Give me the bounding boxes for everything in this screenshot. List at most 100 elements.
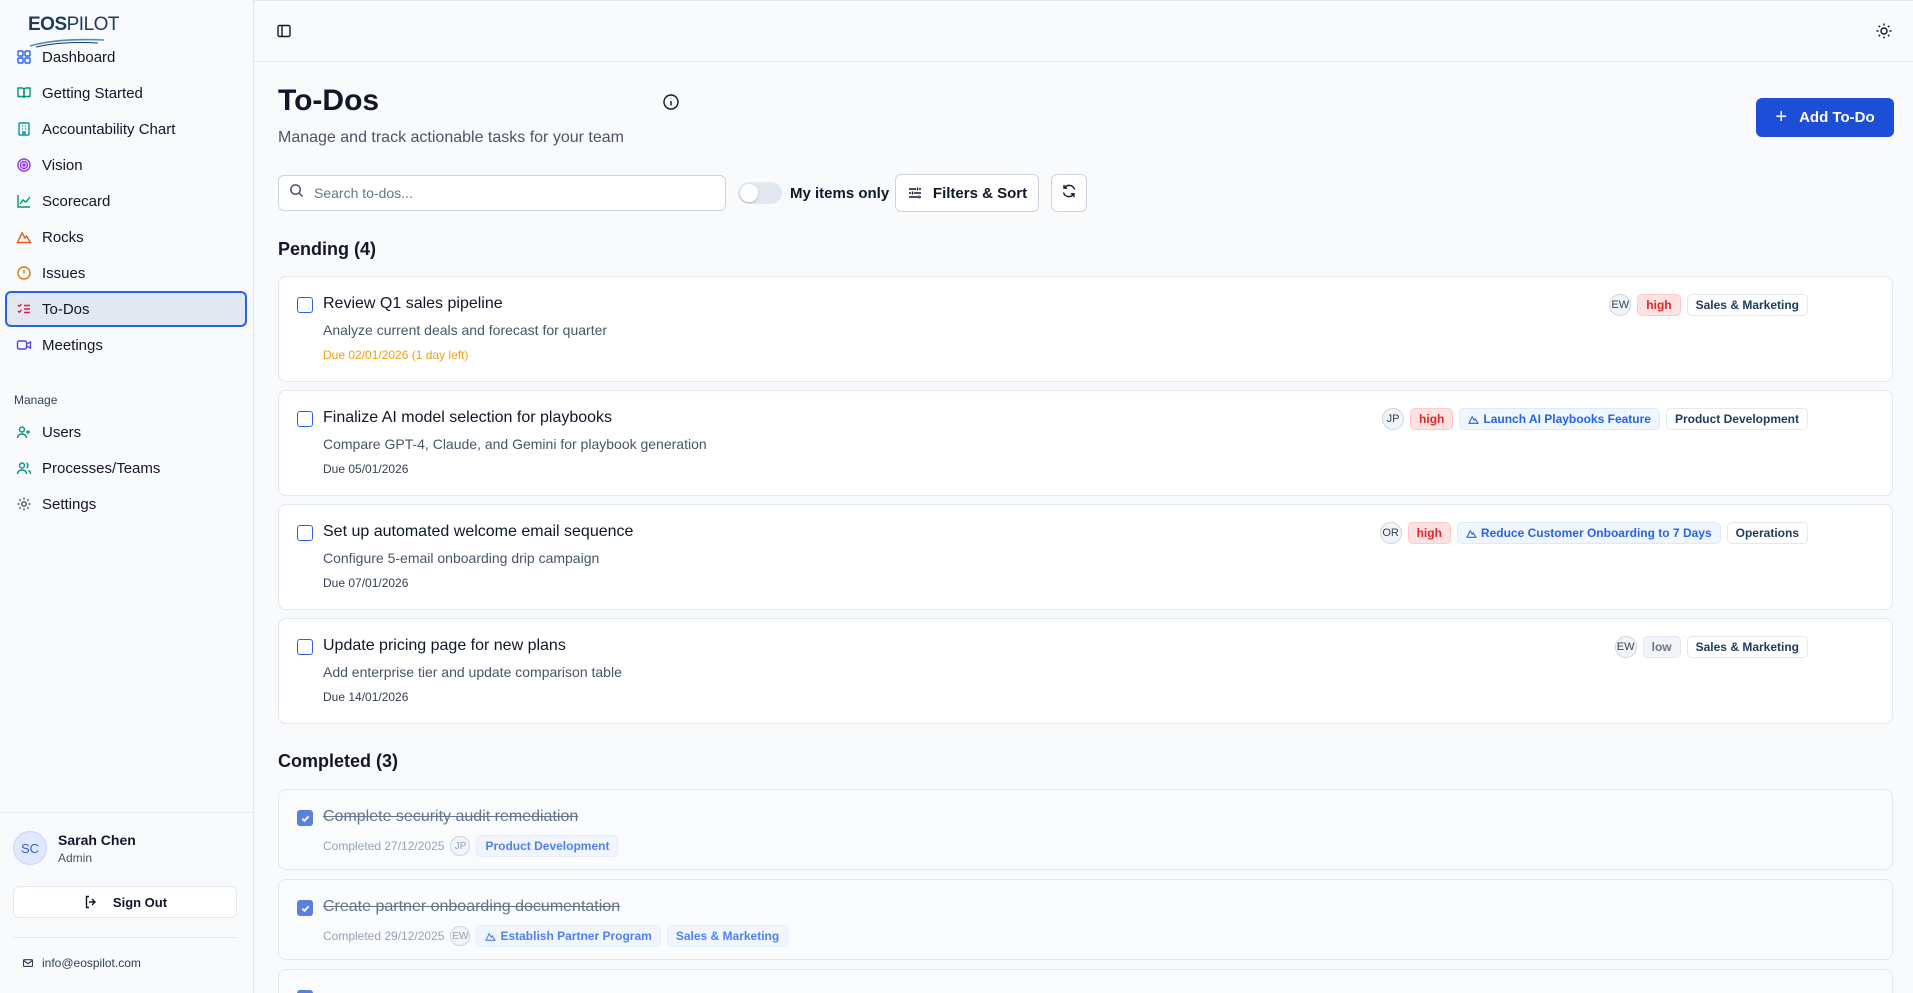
- rock-badge[interactable]: Launch AI Playbooks Feature: [1459, 408, 1660, 430]
- todo-checkbox[interactable]: [297, 525, 313, 541]
- rock-badge[interactable]: Reduce Customer Onboarding to 7 Days: [1456, 522, 1721, 544]
- sidebar-item-meetings[interactable]: Meetings: [5, 327, 247, 363]
- info-icon[interactable]: [662, 93, 680, 116]
- sidebar-item-accountability-chart[interactable]: Accountability Chart: [5, 111, 247, 147]
- priority-badge: high: [1410, 408, 1454, 430]
- video-icon: [16, 337, 32, 353]
- todo-due-date: Due 02/01/2026 (1 day left): [323, 348, 469, 362]
- todo-completed-meta: Completed 27/12/2025 JP Product Developm…: [323, 835, 619, 857]
- support-email[interactable]: info@eospilot.com: [22, 956, 141, 970]
- add-todo-button[interactable]: + Add To-Do: [1756, 98, 1894, 137]
- todo-title[interactable]: Set up automated welcome email sequence: [323, 523, 633, 541]
- manage-nav: Users Processes/Teams Settings: [5, 414, 247, 522]
- todo-title[interactable]: Complete security audit remediation: [323, 808, 578, 826]
- toggle-knob: [740, 184, 758, 202]
- search-input[interactable]: [314, 185, 694, 201]
- assignee-avatar[interactable]: EW: [1614, 636, 1637, 658]
- sidebar-item-vision[interactable]: Vision: [5, 147, 247, 183]
- assignee-avatar[interactable]: EW: [1609, 294, 1632, 316]
- todo-card-partial: [278, 969, 1893, 993]
- completed-heading: Completed (3): [278, 751, 399, 771]
- sign-out-label: Sign Out: [112, 894, 168, 910]
- plus-icon: +: [1775, 106, 1788, 128]
- todo-title[interactable]: Review Q1 sales pipeline: [323, 295, 503, 313]
- logo-bold-text: EOS: [28, 14, 67, 35]
- todo-checkbox[interactable]: [297, 900, 313, 916]
- check-icon: [301, 815, 309, 822]
- sidebar-item-scorecard[interactable]: Scorecard: [5, 183, 247, 219]
- todo-description: Analyze current deals and forecast for q…: [323, 322, 608, 338]
- rock-badge[interactable]: Establish Partner Program: [476, 925, 661, 947]
- sign-out-button[interactable]: Sign Out: [13, 886, 237, 918]
- priority-badge: high: [1637, 294, 1681, 316]
- page-subtitle: Manage and track actionable tasks for yo…: [278, 129, 624, 146]
- priority-badge: high: [1407, 522, 1451, 544]
- search-icon: [289, 183, 304, 203]
- todo-checkbox[interactable]: [297, 810, 313, 826]
- rock-label: Reduce Customer Onboarding to 7 Days: [1480, 526, 1712, 540]
- todo-title[interactable]: Create partner onboarding documentation: [323, 898, 620, 916]
- main-nav: Dashboard Getting Started Accountability…: [5, 39, 247, 363]
- user-role: Admin: [58, 851, 93, 865]
- team-badge: Product Development: [1665, 408, 1808, 430]
- logo-light-text: PILOT: [66, 14, 120, 35]
- gear-icon: [16, 496, 32, 512]
- divider: [13, 937, 237, 938]
- mountain-icon: [1466, 528, 1477, 539]
- sidebar-item-users[interactable]: Users: [5, 414, 247, 450]
- todo-checkbox[interactable]: [297, 639, 313, 655]
- assignee-avatar[interactable]: OR: [1379, 522, 1402, 544]
- todo-checkbox[interactable]: [297, 411, 313, 427]
- assignee-avatar[interactable]: JP: [450, 836, 471, 856]
- mountain-icon: [16, 229, 32, 245]
- book-open-icon: [16, 85, 32, 101]
- sidebar-item-label: Users: [42, 423, 82, 441]
- mail-icon: [22, 957, 34, 969]
- sidebar-item-label: Settings: [42, 495, 97, 513]
- todo-card: Complete security audit remediation Comp…: [278, 789, 1893, 870]
- sidebar-item-label: Issues: [42, 264, 86, 282]
- list-todo-icon: [16, 301, 32, 317]
- team-badge: Product Development: [476, 835, 619, 857]
- todo-checkbox[interactable]: [297, 297, 313, 313]
- todo-card: Update pricing page for new plans Add en…: [278, 618, 1893, 724]
- sliders-icon: [907, 185, 923, 201]
- sidebar-item-dashboard[interactable]: Dashboard: [5, 39, 247, 75]
- todo-tags: EW low Sales & Marketing: [1614, 636, 1808, 658]
- avatar[interactable]: SC: [13, 831, 47, 865]
- sidebar-item-todos[interactable]: To-Dos: [5, 291, 247, 327]
- sidebar-item-label: Vision: [42, 156, 83, 174]
- add-todo-label: Add To-Do: [1799, 109, 1875, 126]
- todo-card: Review Q1 sales pipeline Analyze current…: [278, 276, 1893, 382]
- refresh-button[interactable]: [1051, 174, 1087, 212]
- alert-circle-icon: [16, 265, 32, 281]
- rock-label: Establish Partner Program: [500, 929, 652, 943]
- sidebar-item-processes-teams[interactable]: Processes/Teams: [5, 450, 247, 486]
- assignee-avatar[interactable]: EW: [450, 926, 471, 946]
- my-items-toggle[interactable]: [738, 182, 782, 204]
- theme-sun-icon[interactable]: [1875, 22, 1893, 45]
- user-panel: SC Sarah Chen Admin Sign Out info@eospil…: [0, 812, 254, 993]
- todo-due-date: Due 07/01/2026: [323, 576, 409, 590]
- mountain-icon: [485, 931, 497, 942]
- sidebar-item-getting-started[interactable]: Getting Started: [5, 75, 247, 111]
- sidebar-item-label: Meetings: [42, 336, 103, 354]
- team-badge: Sales & Marketing: [1686, 636, 1808, 658]
- sidebar-toggle-icon[interactable]: [276, 23, 292, 44]
- sidebar-item-rocks[interactable]: Rocks: [5, 219, 247, 255]
- filters-sort-label: Filters & Sort: [932, 184, 1028, 202]
- sidebar-item-settings[interactable]: Settings: [5, 486, 247, 522]
- filters-sort-button[interactable]: Filters & Sort: [895, 174, 1039, 212]
- refresh-icon: [1061, 183, 1077, 204]
- sidebar-item-label: Processes/Teams: [42, 459, 161, 477]
- todo-title[interactable]: Update pricing page for new plans: [323, 637, 566, 655]
- user-name: Sarah Chen: [58, 832, 136, 848]
- sidebar-item-issues[interactable]: Issues: [5, 255, 247, 291]
- todo-title[interactable]: Finalize AI model selection for playbook…: [323, 409, 612, 427]
- sidebar-item-label: Getting Started: [42, 84, 143, 102]
- assignee-avatar[interactable]: JP: [1382, 408, 1405, 430]
- chart-line-icon: [16, 193, 32, 209]
- todo-description: Compare GPT-4, Claude, and Gemini for pl…: [323, 436, 707, 452]
- todo-description: Configure 5-email onboarding drip campai…: [323, 550, 600, 566]
- team-badge: Operations: [1726, 522, 1808, 544]
